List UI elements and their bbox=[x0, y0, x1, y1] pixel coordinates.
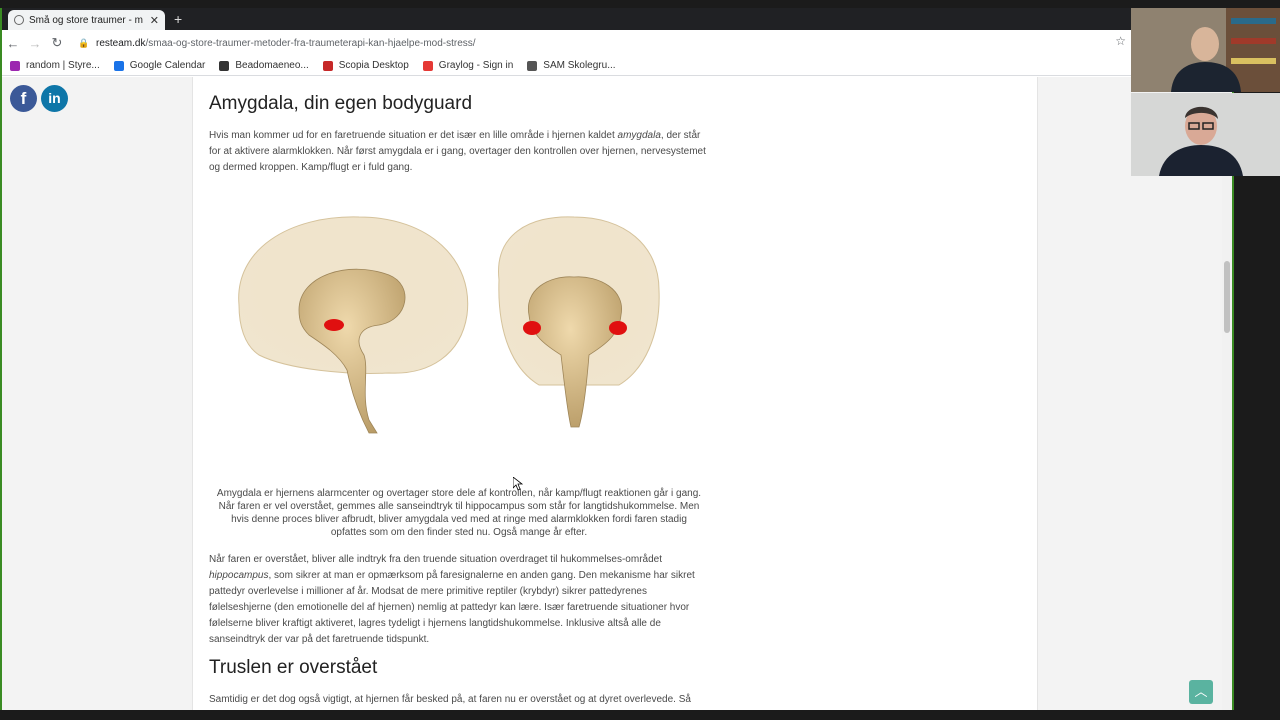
text: , som sikrer at man er opmærksom på fare… bbox=[209, 570, 695, 645]
browser-toolbar: ← → ↻ 🔒 resteam.dk/smaa-og-store-traumer… bbox=[2, 30, 1132, 56]
bookmark-item[interactable]: SAM Skolegru... bbox=[527, 60, 616, 71]
tab-strip: Små og store traumer - m ✕ + bbox=[2, 8, 1132, 30]
bookmark-star-icon[interactable]: ☆ bbox=[1115, 34, 1126, 48]
linkedin-icon[interactable]: in bbox=[41, 85, 68, 112]
webcam-tile bbox=[1131, 93, 1280, 176]
text: Hvis man kommer ud for en faretruende si… bbox=[209, 130, 618, 141]
url-host: resteam.dk bbox=[96, 37, 146, 49]
facebook-icon[interactable]: f bbox=[10, 85, 37, 112]
bookmark-favicon-icon bbox=[113, 60, 124, 71]
web-page: f in Amygdala, din egen bodyguard Hvis m… bbox=[2, 77, 1232, 710]
paragraph: Hvis man kommer ud for en faretruende si… bbox=[209, 128, 709, 176]
brain-illustration bbox=[238, 216, 660, 434]
close-tab-icon[interactable]: ✕ bbox=[150, 14, 159, 27]
mouse-cursor-icon bbox=[513, 477, 523, 491]
bookmark-label: random | Styre... bbox=[26, 60, 100, 71]
address-bar[interactable]: 🔒 resteam.dk/smaa-og-store-traumer-metod… bbox=[78, 34, 1128, 52]
emphasis: amygdala bbox=[617, 130, 661, 141]
screen: Små og store traumer - m ✕ + ← → ↻ 🔒 res… bbox=[0, 0, 1280, 720]
image-caption: Amygdala er hjernens alarmcenter og over… bbox=[216, 488, 702, 538]
paragraph: Samtidig er det dog også vigtigt, at hje… bbox=[209, 694, 691, 705]
webcam-tile bbox=[1131, 8, 1280, 92]
amygdala-right-marker bbox=[609, 321, 627, 335]
browser-tab[interactable]: Små og store traumer - m ✕ bbox=[8, 10, 165, 30]
bookmark-item[interactable]: Beadomaeneo... bbox=[219, 60, 309, 71]
bookmark-item[interactable]: Graylog - Sign in bbox=[422, 60, 514, 71]
bookmark-label: Scopia Desktop bbox=[338, 60, 409, 71]
tab-title: Små og store traumer - m bbox=[29, 14, 143, 26]
brain-side-view bbox=[238, 216, 469, 434]
bookmark-label: Graylog - Sign in bbox=[438, 60, 514, 71]
new-tab-icon[interactable]: + bbox=[174, 11, 182, 27]
bookmark-label: Google Calendar bbox=[129, 60, 206, 71]
scroll-to-top-button[interactable]: ︿ bbox=[1189, 680, 1213, 704]
bookmark-label: SAM Skolegru... bbox=[543, 60, 616, 71]
section-heading: Truslen er overstået bbox=[209, 657, 378, 678]
lock-icon: 🔒 bbox=[78, 38, 90, 48]
forward-icon[interactable]: → bbox=[24, 36, 46, 51]
site-favicon-icon bbox=[14, 15, 24, 25]
reload-icon[interactable]: ↻ bbox=[46, 35, 68, 51]
brain-front-view bbox=[498, 216, 660, 428]
section-heading: Amygdala, din egen bodyguard bbox=[209, 93, 473, 114]
amygdala-marker bbox=[324, 319, 344, 331]
emphasis: hippocampus bbox=[209, 570, 269, 581]
back-icon[interactable]: ← bbox=[2, 36, 24, 51]
social-share-bar: f in bbox=[10, 85, 68, 112]
bookmark-favicon-icon bbox=[422, 60, 433, 71]
bookmarks-bar: random | Styre... Google Calendar Beadomae… bbox=[2, 56, 1132, 76]
text: Når faren er overstået, bliver alle indt… bbox=[209, 554, 662, 565]
bookmark-favicon-icon bbox=[10, 60, 20, 71]
bookmark-item[interactable]: random | Styre... bbox=[10, 60, 100, 71]
bookmark-favicon-icon bbox=[322, 60, 333, 71]
bookmark-favicon-icon bbox=[527, 60, 538, 71]
scrollbar-thumb[interactable] bbox=[1224, 261, 1230, 333]
bookmark-item[interactable]: Google Calendar bbox=[113, 60, 206, 71]
paragraph: Når faren er overstået, bliver alle indt… bbox=[209, 552, 709, 648]
article-content: Amygdala, din egen bodyguard Hvis man ko… bbox=[192, 77, 1038, 710]
bookmark-item[interactable]: Scopia Desktop bbox=[322, 60, 409, 71]
url-path: /smaa-og-store-traumer-metoder-fra-traum… bbox=[145, 37, 476, 49]
bookmark-favicon-icon bbox=[219, 60, 230, 71]
bookmark-label: Beadomaeneo... bbox=[235, 60, 309, 71]
amygdala-left-marker bbox=[523, 321, 541, 335]
browser-window: Små og store traumer - m ✕ + ← → ↻ 🔒 res… bbox=[0, 8, 1234, 710]
